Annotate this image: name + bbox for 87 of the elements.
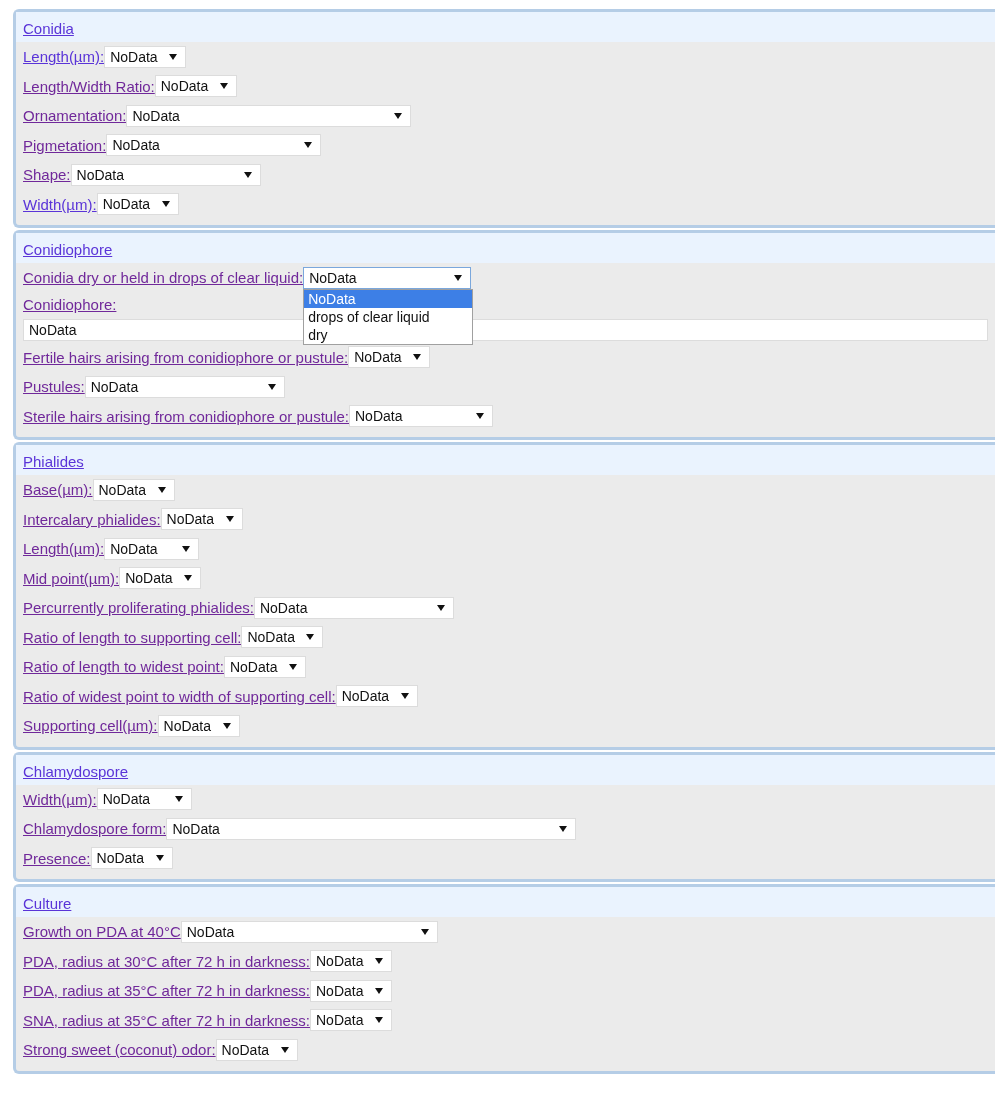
field-label-link[interactable]: Width(µm): — [23, 195, 97, 213]
select-field[interactable]: NoData — [180, 920, 438, 943]
section-title-link[interactable]: Conidiophore — [23, 241, 113, 258]
field-label-link[interactable]: Growth on PDA at 40°C — [23, 923, 181, 941]
field-label-link[interactable]: Pustules: — [23, 378, 85, 396]
field-label-link[interactable]: Mid point(µm): — [23, 569, 120, 587]
select-field[interactable]: NoData — [104, 45, 187, 68]
field-label-link[interactable]: Presence: — [23, 849, 91, 867]
select-field[interactable]: NoData — [96, 193, 179, 216]
section-title-link[interactable]: Culture — [23, 895, 72, 912]
caret-icon — [182, 545, 191, 552]
field-label-link[interactable]: Length(µm): — [23, 540, 105, 558]
caret-icon — [394, 112, 403, 119]
field-label-link[interactable]: SNA, radius at 35°C after 72 h in darkness: — [23, 1011, 310, 1029]
select-field[interactable]: NoData — [92, 478, 175, 501]
select-field[interactable]: NoData — [160, 508, 243, 531]
caret-icon — [280, 1046, 289, 1053]
caret-icon — [304, 142, 313, 149]
field-label-link[interactable]: PDA, radius at 30°C after 72 h in darkness: — [23, 952, 310, 970]
field-label-link[interactable]: Intercalary phialides: — [23, 510, 161, 528]
field-label-link[interactable]: Fertile hairs arising from conidiophore or pustule: — [23, 348, 349, 366]
select-field[interactable]: NoData — [90, 847, 173, 870]
caret-icon — [375, 1017, 383, 1024]
select-field[interactable]: NoData — [215, 1038, 298, 1061]
field-label-link[interactable]: Strong sweet (coconut) odor: — [23, 1041, 216, 1059]
select-field[interactable]: NoData — [241, 626, 324, 649]
select-field[interactable]: NoData — [96, 788, 192, 811]
caret-icon — [243, 171, 252, 178]
select-field[interactable]: NoData — [126, 104, 412, 127]
section-title-link[interactable]: Conidia — [23, 20, 74, 37]
select-field[interactable]: NoData — [223, 655, 306, 678]
select-field[interactable]: NoData — [310, 979, 392, 1002]
field-label-link[interactable]: Percurrently proliferating phialides: — [23, 599, 254, 617]
caret-icon — [400, 693, 409, 700]
select-field[interactable]: NoData — [310, 950, 392, 973]
caret-icon — [161, 201, 170, 208]
select-field[interactable]: NoData — [154, 75, 237, 98]
caret-icon — [184, 575, 193, 582]
caret-icon — [225, 516, 234, 523]
field-label-link[interactable]: Ratio of length to supporting cell: — [23, 628, 242, 646]
field-label-link[interactable]: Length(µm): — [23, 48, 105, 66]
caret-icon — [155, 855, 164, 862]
caret-icon — [375, 958, 383, 965]
caret-icon — [267, 383, 276, 390]
caret-icon — [413, 354, 422, 361]
section-title-link[interactable]: Phialides — [23, 453, 84, 470]
caret-icon — [219, 83, 228, 90]
select-field[interactable]: NoData — [348, 346, 431, 369]
caret-icon — [169, 53, 178, 60]
field-label-link[interactable]: Supporting cell(µm): — [23, 717, 158, 735]
select-field[interactable]: NoData — [349, 405, 493, 428]
caret-icon — [436, 604, 445, 611]
caret-icon — [306, 634, 315, 641]
field-label-link[interactable]: Conidiophore: — [23, 296, 117, 313]
field-label-link[interactable]: Sterile hairs arising from conidiophore or pustule: — [23, 407, 349, 425]
select-field[interactable]: NoData — [335, 685, 418, 708]
select-field[interactable]: NoData — [84, 375, 285, 398]
caret-icon — [174, 796, 183, 803]
field-label-link[interactable]: Base(µm): — [23, 481, 93, 499]
field-label-link[interactable]: Shape: — [23, 166, 71, 184]
select-field[interactable]: NoData — [253, 596, 454, 619]
select-field[interactable]: NoData — [166, 817, 577, 840]
select-field[interactable]: NoData — [157, 714, 240, 737]
caret-icon — [454, 274, 463, 281]
select-field[interactable]: NoData — [106, 134, 322, 157]
field-label-link[interactable]: PDA, radius at 35°C after 72 h in darkness: — [23, 982, 310, 1000]
caret-icon — [288, 663, 297, 670]
field-label-link[interactable]: Ornamentation: — [23, 107, 127, 125]
field-label-link[interactable]: Pigmetation: — [23, 136, 107, 154]
dropdown-option[interactable]: NoData — [304, 289, 473, 308]
select-field[interactable]: NoData — [70, 163, 261, 186]
select-field[interactable]: NoData — [104, 537, 200, 560]
select-field[interactable]: NoData — [310, 1009, 392, 1032]
field-label-link[interactable]: Ratio of length to widest point: — [23, 658, 224, 676]
field-label-link[interactable]: Conidia dry or held in drops of clear liquid: — [23, 269, 304, 287]
caret-icon — [157, 486, 166, 493]
caret-icon — [375, 987, 383, 994]
caret-icon — [476, 413, 484, 420]
caret-icon — [420, 928, 429, 935]
field-label-link[interactable]: Length/Width Ratio: — [23, 77, 155, 95]
caret-icon — [222, 722, 231, 729]
field-label-link[interactable]: Width(µm): — [23, 790, 97, 808]
select-field[interactable]: NoData — [119, 567, 202, 590]
caret-icon — [559, 825, 568, 832]
section-title-link[interactable]: Chlamydospore — [23, 762, 129, 780]
field-label-link[interactable]: Ratio of widest point to width of supporting cell: — [23, 687, 336, 705]
field-label-link[interactable]: Chlamydospore form: — [23, 820, 167, 838]
